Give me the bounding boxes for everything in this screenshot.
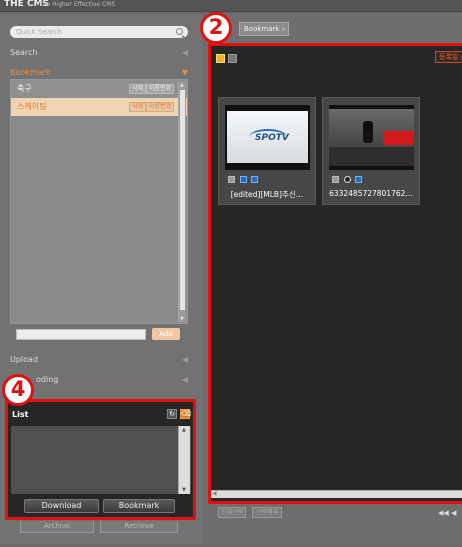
bookmark-scrollbar[interactable]: ▲ ▼ (178, 82, 186, 322)
download-list-panel: List ↻ ⌫ ▲ ▼ Download Bookmark (5, 399, 196, 520)
refresh-icon[interactable]: ↻ (167, 409, 177, 419)
info-icon[interactable] (355, 176, 363, 183)
download-list-area (11, 426, 191, 494)
top-bar: THE CMS The Higher Effective CMS (0, 0, 462, 12)
scroll-up-icon[interactable]: ▲ (182, 427, 186, 433)
chevron-down-icon: ▼ (181, 68, 188, 77)
tab-bookmark[interactable]: Bookmark x (239, 22, 289, 36)
bookmark-item-name: 스케이팅 (17, 102, 47, 111)
media-card[interactable]: 6332485727801762… (322, 97, 420, 205)
rename-bookmark-button[interactable]: 이름변경 (146, 102, 175, 112)
scrollbar-thumb[interactable] (180, 90, 185, 310)
quick-search-input[interactable]: Quick Search (10, 26, 188, 38)
link-icon[interactable] (239, 176, 247, 183)
list-view-icon[interactable] (228, 54, 237, 63)
scroll-down-icon[interactable]: ▼ (182, 487, 186, 493)
section-search[interactable]: Search ◀ (10, 48, 188, 60)
pagination[interactable]: ◀◀ ◀ (438, 509, 456, 517)
section-upload[interactable]: Upload ◀ (10, 355, 188, 367)
video-thumbnail[interactable] (329, 105, 414, 170)
bookmark-button[interactable]: Bookmark (103, 499, 175, 513)
sort-by-date-button[interactable]: 등록일 순 (435, 51, 462, 63)
delete-bookmark-button[interactable]: 삭제 (129, 102, 147, 112)
road (329, 147, 414, 166)
horizontal-scrollbar[interactable]: ◀ (211, 490, 462, 498)
scroll-down-icon[interactable]: ▼ (180, 316, 184, 322)
section-upload-label: Upload (10, 355, 39, 364)
spotv-logo: SPOTV (255, 133, 289, 143)
tab-bookmark-label: Bookmark (244, 25, 280, 33)
retrieve-button[interactable]: Retrieve (100, 521, 178, 533)
chevron-left-icon: ◀ (181, 48, 188, 57)
archive-button[interactable]: Archive (20, 521, 94, 533)
trash-icon[interactable]: ⌫ (180, 409, 191, 419)
add-bookmark-button[interactable]: Add (152, 328, 180, 340)
section-encoding[interactable]: oding ◀ (10, 375, 188, 387)
person (363, 121, 373, 143)
info-icon[interactable] (251, 176, 259, 183)
select-checkbox[interactable] (228, 176, 235, 183)
bookmark-item[interactable]: 스케이팅 삭제 이름변경 (11, 98, 187, 116)
spotv-frame: SPOTV (227, 111, 308, 163)
annotation-badge: 4 (2, 374, 34, 406)
list-title: List (12, 410, 29, 419)
select-checkbox[interactable] (332, 176, 339, 183)
section-bookmark-label: Bookmark (10, 68, 51, 77)
download-button[interactable]: Download (24, 499, 99, 513)
app-subtitle: The Higher Effective CMS (39, 1, 116, 8)
bookmark-item[interactable]: 축구 삭제 이름변경 (11, 80, 187, 98)
deselect-button[interactable]: 선택해제 (252, 507, 282, 518)
street-scene (329, 109, 414, 166)
media-caption[interactable]: 6332485727801762… (325, 189, 417, 198)
close-icon[interactable]: x (282, 26, 286, 33)
delete-bookmark-button[interactable]: 삭제 (129, 84, 147, 94)
search-placeholder: Quick Search (16, 28, 63, 36)
select-all-button[interactable]: 전체선택 (218, 507, 246, 518)
chevron-left-icon: ◀ (181, 355, 188, 364)
scroll-left-icon[interactable]: ◀ (212, 490, 217, 497)
play-icon[interactable] (343, 176, 351, 183)
video-thumbnail[interactable]: SPOTV (225, 105, 310, 170)
new-bookmark-input[interactable] (16, 329, 146, 340)
chevron-left-icon: ◀ (181, 375, 188, 384)
media-card[interactable]: SPOTV [edited][MLB]추신… (218, 97, 316, 205)
bookmark-content-frame: 등록일 순 SPOTV [edited][MLB]추신… (208, 43, 462, 504)
scroll-up-icon[interactable]: ▲ (180, 82, 184, 88)
section-search-label: Search (10, 48, 38, 57)
red-rail (383, 131, 413, 145)
card-controls (228, 176, 260, 184)
grid-view-icon[interactable] (216, 54, 225, 63)
rename-bookmark-button[interactable]: 이름변경 (146, 84, 175, 94)
list-scrollbar[interactable]: ▲ ▼ (178, 426, 190, 494)
search-icon[interactable] (176, 28, 183, 35)
media-caption[interactable]: [edited][MLB]추신… (221, 189, 313, 200)
card-controls (332, 176, 364, 184)
bookmark-item-name: 축구 (17, 84, 32, 93)
bookmark-list: 축구 삭제 이름변경 스케이팅 삭제 이름변경 ▲ ▼ (10, 79, 188, 324)
annotation-badge: 2 (200, 12, 232, 44)
